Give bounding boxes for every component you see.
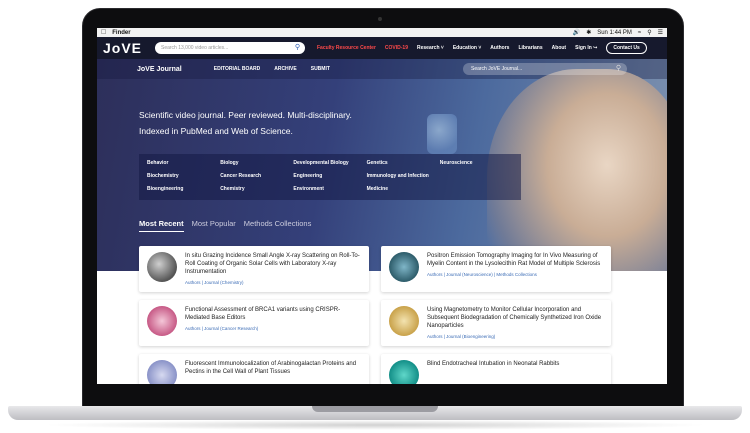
nav-links: Faculty Resource Center COVID-19 Researc…	[317, 42, 647, 54]
article-title[interactable]: Blind Endotracheal Intubation in Neonata…	[427, 360, 559, 368]
article-thumbnail	[147, 306, 177, 336]
article-meta[interactable]: Authors | Journal (Chemistry)	[185, 280, 361, 285]
article-meta[interactable]: Authors | Journal (Bioengineering)	[427, 334, 603, 339]
laptop-notch	[312, 406, 438, 412]
subject-item[interactable]: Biochemistry	[147, 173, 220, 186]
logo-text: JoVE	[103, 40, 143, 56]
article-body: Blind Endotracheal Intubation in Neonata…	[427, 360, 559, 384]
article-title[interactable]: Functional Assessment of BRCA1 variants …	[185, 306, 361, 322]
site-search-input[interactable]: Search 13,000 video articles...	[161, 45, 228, 51]
hero-line-1: Scientific video journal. Peer reviewed.…	[139, 110, 352, 120]
hero-line-2: Indexed in PubMed and Web of Science.	[139, 126, 293, 136]
apple-icon[interactable]: 	[101, 29, 106, 36]
nav-education-label: Education	[452, 45, 477, 51]
laptop-shadow	[40, 420, 710, 430]
article-thumbnail	[389, 306, 419, 336]
screen:  Finder 🔊 ✱ Sun 1:44 PM ≈ ⚲ ☰ JoVE Sear…	[97, 28, 667, 384]
article-body: In situ Grazing Incidence Small Angle X-…	[185, 252, 361, 286]
laptop-mockup:  Finder 🔊 ✱ Sun 1:44 PM ≈ ⚲ ☰ JoVE Sear…	[0, 0, 750, 433]
nav-faculty[interactable]: Faculty Resource Center	[317, 45, 376, 51]
spotlight-icon[interactable]: ⚲	[647, 29, 651, 36]
chevron-down-icon: ˅	[478, 45, 482, 51]
journal-link-submit[interactable]: SUBMIT	[311, 66, 330, 72]
subject-item[interactable]: Immunology and Infection	[367, 173, 440, 186]
chevron-down-icon: ˅	[440, 45, 444, 51]
article-body: Functional Assessment of BRCA1 variants …	[185, 306, 361, 340]
subject-item	[440, 173, 513, 186]
subject-item[interactable]: Behavior	[147, 160, 220, 173]
subject-item[interactable]: Environment	[293, 186, 366, 199]
article-body: Positron Emission Tomography Imaging for…	[427, 252, 603, 286]
article-thumbnail	[389, 252, 419, 282]
subject-item[interactable]: Genetics	[367, 160, 440, 173]
mac-menubar:  Finder 🔊 ✱ Sun 1:44 PM ≈ ⚲ ☰	[97, 28, 667, 37]
hero-tagline: Scientific video journal. Peer reviewed.…	[139, 107, 352, 139]
contact-button[interactable]: Contact Us	[606, 42, 647, 54]
article-meta[interactable]: Authors | Journal (Neuroscience) | Metho…	[427, 272, 603, 277]
hero: JoVE Journal EDITORIAL BOARD ARCHIVE SUB…	[97, 59, 667, 271]
subject-item[interactable]: Cancer Research	[220, 173, 293, 186]
article-title[interactable]: Using Magnetometry to Monitor Cellular I…	[427, 306, 603, 330]
login-icon: ↪	[593, 45, 598, 51]
journal-link-editorial[interactable]: EDITORIAL BOARD	[214, 66, 260, 72]
nav-signin-label: Sign In	[575, 45, 592, 51]
tab-methods-collections[interactable]: Methods Collections	[244, 219, 312, 232]
article-title[interactable]: Fluorescent Immunolocalization of Arabin…	[185, 360, 361, 376]
search-icon[interactable]: ⚲	[295, 43, 300, 51]
subject-item	[440, 186, 513, 199]
subject-grid: Behavior Biology Developmental Biology G…	[139, 154, 521, 200]
article-card[interactable]: Fluorescent Immunolocalization of Arabin…	[139, 354, 369, 384]
article-thumbnail	[389, 360, 419, 384]
site-search[interactable]: Search 13,000 video articles... ⚲	[155, 42, 305, 54]
article-meta[interactable]: Authors | Journal (Cancer Research)	[185, 326, 361, 331]
journal-search[interactable]: Search JoVE Journal... ⚲	[463, 63, 627, 75]
search-icon[interactable]: ⚲	[616, 64, 621, 72]
article-card[interactable]: Positron Emission Tomography Imaging for…	[381, 246, 611, 292]
nav-research[interactable]: Research ˅	[417, 45, 444, 51]
subject-item[interactable]: Developmental Biology	[293, 160, 366, 173]
article-thumbnail	[147, 360, 177, 384]
article-thumbnail	[147, 252, 177, 282]
subject-item[interactable]: Chemistry	[220, 186, 293, 199]
article-body: Using Magnetometry to Monitor Cellular I…	[427, 306, 603, 340]
volume-icon[interactable]: 🔊	[573, 29, 580, 36]
site-nav: JoVE Search 13,000 video articles... ⚲ F…	[97, 37, 667, 59]
article-title[interactable]: In situ Grazing Incidence Small Angle X-…	[185, 252, 361, 276]
article-card[interactable]: Blind Endotracheal Intubation in Neonata…	[381, 354, 611, 384]
nav-research-label: Research	[416, 45, 440, 51]
journal-title[interactable]: JoVE Journal	[137, 66, 182, 73]
camera-dot	[378, 17, 382, 21]
journal-search-input[interactable]: Search JoVE Journal...	[471, 66, 522, 72]
subject-item[interactable]: Bioengineering	[147, 186, 220, 199]
article-tabs: Most Recent Most Popular Methods Collect…	[139, 219, 311, 232]
nav-signin[interactable]: Sign In ↪	[575, 45, 597, 51]
article-body: Fluorescent Immunolocalization of Arabin…	[185, 360, 361, 384]
subject-item[interactable]: Engineering	[293, 173, 366, 186]
nav-librarians[interactable]: Librarians	[518, 45, 542, 51]
nav-about[interactable]: About	[552, 45, 566, 51]
article-card[interactable]: Functional Assessment of BRCA1 variants …	[139, 300, 369, 346]
subject-item[interactable]: Neuroscience	[440, 160, 513, 173]
jove-logo[interactable]: JoVE	[103, 40, 149, 56]
article-list: In situ Grazing Incidence Small Angle X-…	[97, 246, 667, 384]
nav-education[interactable]: Education ˅	[453, 45, 481, 51]
bluetooth-icon[interactable]: ✱	[586, 29, 591, 36]
tab-most-popular[interactable]: Most Popular	[192, 219, 236, 232]
tab-most-recent[interactable]: Most Recent	[139, 219, 184, 232]
notification-icon[interactable]: ☰	[658, 29, 663, 36]
menubar-app[interactable]: Finder	[112, 30, 130, 36]
journal-link-archive[interactable]: ARCHIVE	[274, 66, 297, 72]
wifi-icon[interactable]: ≈	[638, 30, 641, 36]
article-card[interactable]: Using Magnetometry to Monitor Cellular I…	[381, 300, 611, 346]
article-card[interactable]: In situ Grazing Incidence Small Angle X-…	[139, 246, 369, 292]
article-title[interactable]: Positron Emission Tomography Imaging for…	[427, 252, 603, 268]
subject-item[interactable]: Biology	[220, 160, 293, 173]
nav-covid[interactable]: COVID-19	[385, 45, 408, 51]
flask-image	[427, 114, 457, 154]
nav-authors[interactable]: Authors	[490, 45, 509, 51]
menubar-time[interactable]: Sun 1:44 PM	[597, 30, 632, 36]
menubar-status: 🔊 ✱ Sun 1:44 PM ≈ ⚲ ☰	[573, 29, 663, 37]
subject-item[interactable]: Medicine	[367, 186, 440, 199]
